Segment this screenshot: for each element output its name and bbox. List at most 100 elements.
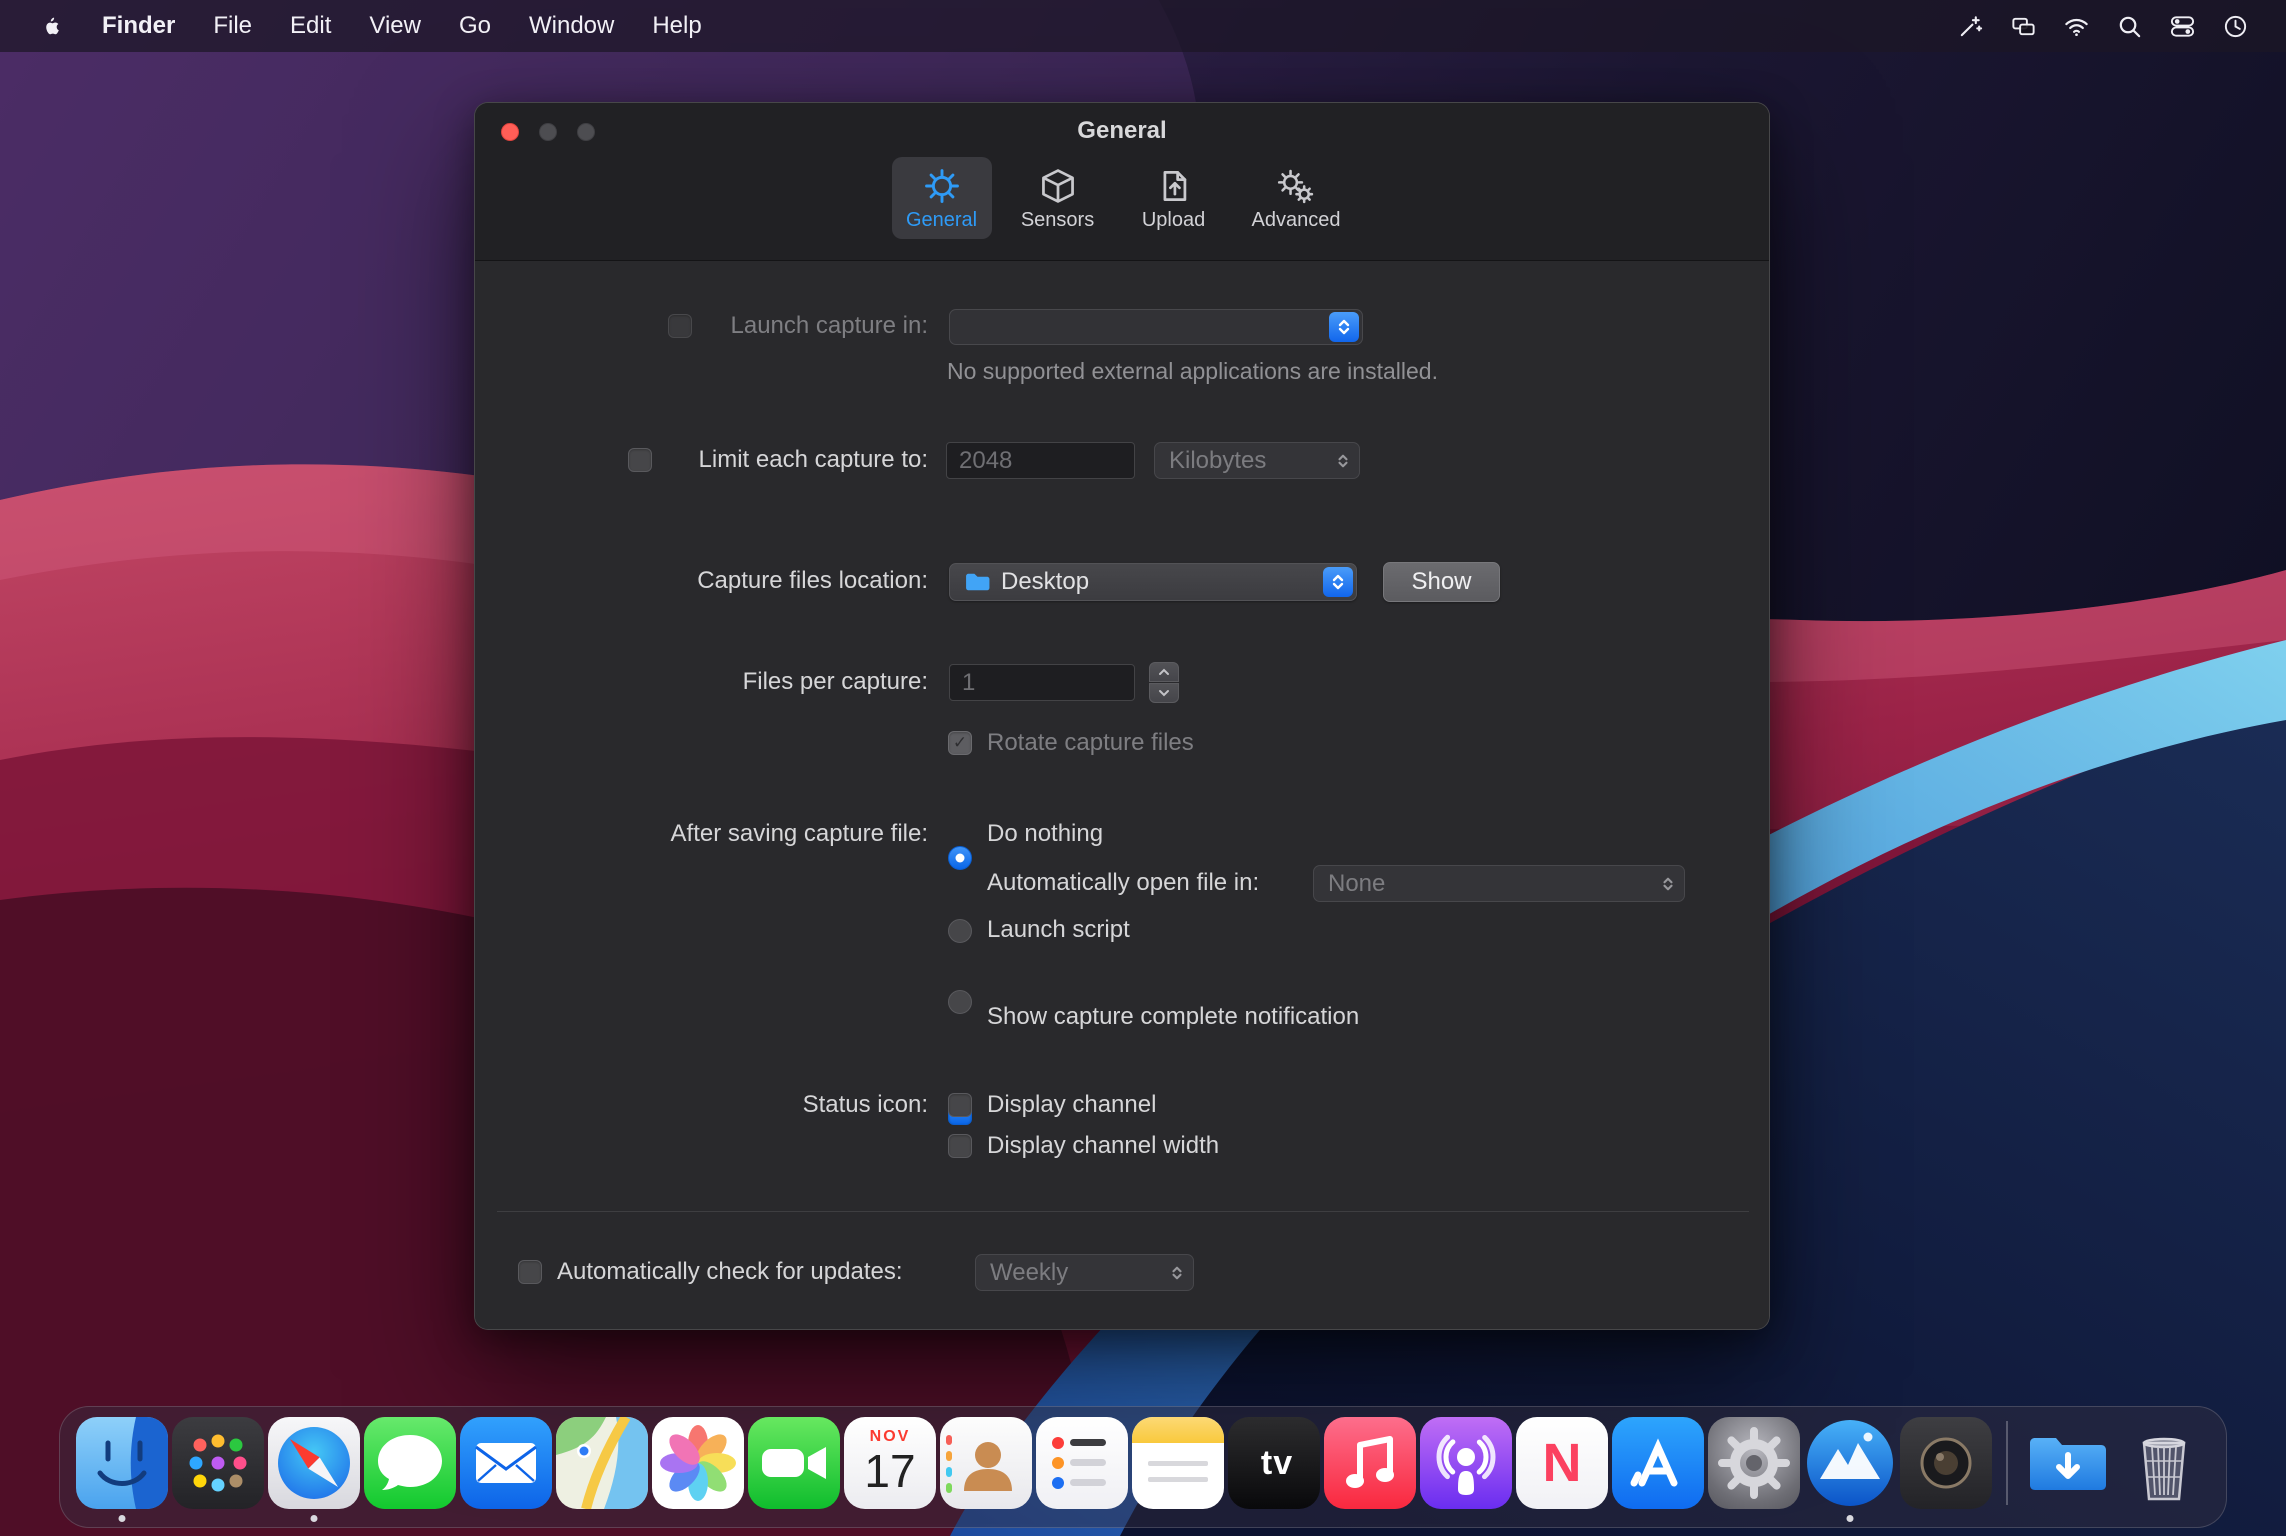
- control-center-icon[interactable]: [2156, 13, 2209, 40]
- window-header: General General Sensors Upload Advanced: [475, 103, 1769, 261]
- wand-icon[interactable]: [1944, 13, 1997, 40]
- tab-upload[interactable]: Upload: [1124, 157, 1224, 239]
- show-button[interactable]: Show: [1383, 562, 1500, 602]
- dock-item-sysprefs[interactable]: [1708, 1417, 1800, 1509]
- dock-item-darkapp[interactable]: [1900, 1417, 1992, 1509]
- limit-unit-dropdown[interactable]: Kilobytes: [1154, 442, 1360, 479]
- dock-item-mail[interactable]: [460, 1417, 552, 1509]
- wifi-icon[interactable]: [2050, 13, 2103, 40]
- tab-label: Upload: [1141, 209, 1206, 231]
- launch-script-label: Launch script: [987, 916, 1130, 943]
- window-title: General: [1077, 117, 1167, 144]
- stepper-up-icon[interactable]: [1149, 662, 1179, 682]
- dock-item-launchpad[interactable]: [172, 1417, 264, 1509]
- menu-view[interactable]: View: [350, 0, 440, 52]
- check-updates-label: Automatically check for updates:: [557, 1258, 903, 1285]
- display-channel-width-label: Display channel width: [987, 1132, 1220, 1159]
- updates-interval-dropdown[interactable]: Weekly: [975, 1254, 1194, 1291]
- updates-interval-value: Weekly: [990, 1258, 1069, 1286]
- dock-item-maps[interactable]: [556, 1417, 648, 1509]
- limit-unit-value: Kilobytes: [1169, 446, 1267, 474]
- running-indicator: [310, 1515, 318, 1522]
- auto-open-label: Automatically open file in:: [987, 869, 1260, 896]
- dock-item-capture[interactable]: [1804, 1417, 1896, 1522]
- clock-icon[interactable]: [2209, 13, 2262, 40]
- capture-location-dropdown[interactable]: Desktop: [949, 563, 1357, 601]
- dock-item-messages[interactable]: [364, 1417, 456, 1509]
- auto-open-value: None: [1328, 869, 1386, 897]
- dock-item-reminders[interactable]: [1036, 1417, 1128, 1509]
- files-per-capture-label: Files per capture:: [742, 668, 928, 695]
- dropdown-arrows-icon: [1170, 1263, 1184, 1283]
- dock-item-photos[interactable]: [652, 1417, 744, 1509]
- cube-icon: [1038, 166, 1078, 206]
- launch-script-radio[interactable]: [948, 990, 972, 1014]
- dock-item-tv[interactable]: tv: [1228, 1417, 1320, 1509]
- dock: NOV 17 tv N: [59, 1406, 2227, 1528]
- menu-window[interactable]: Window: [510, 0, 633, 52]
- launch-capture-dropdown[interactable]: [949, 309, 1363, 345]
- menu-help[interactable]: Help: [633, 0, 720, 52]
- launch-capture-checkbox[interactable]: [668, 314, 692, 338]
- dock-item-news[interactable]: N: [1516, 1417, 1608, 1509]
- tab-general[interactable]: General: [891, 157, 992, 239]
- tab-advanced[interactable]: Advanced: [1240, 157, 1353, 239]
- dock-item-calendar[interactable]: NOV 17: [844, 1417, 936, 1509]
- dock-item-downloads[interactable]: [2022, 1417, 2114, 1509]
- toolbar-tabs: General Sensors Upload Advanced: [475, 157, 1769, 239]
- dock-item-contacts[interactable]: [940, 1417, 1032, 1509]
- display-channel-label: Display channel: [987, 1091, 1157, 1118]
- dock-item-podcasts[interactable]: [1420, 1417, 1512, 1509]
- status-icon-label: Status icon:: [802, 1091, 928, 1118]
- files-per-capture-stepper[interactable]: [1149, 662, 1179, 703]
- no-apps-note: No supported external applications are i…: [947, 358, 1438, 384]
- check-updates-checkbox[interactable]: [518, 1260, 542, 1284]
- auto-open-radio[interactable]: [948, 919, 972, 943]
- capture-location-label: Capture files location:: [697, 567, 928, 594]
- files-per-capture-field[interactable]: 1: [949, 664, 1135, 701]
- limit-capture-checkbox[interactable]: [628, 448, 652, 472]
- window-content: Launch capture in: No supported external…: [475, 261, 1769, 1329]
- dock-item-facetime[interactable]: [748, 1417, 840, 1509]
- menu-go[interactable]: Go: [440, 0, 510, 52]
- capture-location-value: Desktop: [1001, 568, 1090, 595]
- display-channel-checkbox[interactable]: [948, 1093, 972, 1117]
- do-nothing-radio[interactable]: [948, 846, 972, 870]
- menu-edit[interactable]: Edit: [271, 0, 350, 52]
- dropdown-arrows-icon: [1336, 451, 1350, 471]
- gear-icon: [922, 166, 962, 206]
- auto-open-dropdown[interactable]: None: [1313, 865, 1685, 902]
- limit-capture-label: Limit each capture to:: [698, 446, 928, 473]
- tab-label: Advanced: [1251, 209, 1341, 231]
- launch-capture-label: Launch capture in:: [730, 312, 928, 339]
- dock-item-finder[interactable]: [76, 1417, 168, 1522]
- menu-file[interactable]: File: [194, 0, 271, 52]
- dock-item-notes[interactable]: [1132, 1417, 1224, 1509]
- dock-item-music[interactable]: [1324, 1417, 1416, 1509]
- menu-finder[interactable]: Finder: [83, 0, 194, 52]
- rotate-capture-checkbox[interactable]: [948, 731, 972, 755]
- apple-menu[interactable]: [22, 14, 83, 39]
- displays-icon[interactable]: [1997, 13, 2050, 40]
- folder-icon: [964, 571, 991, 593]
- upload-doc-icon: [1154, 166, 1194, 206]
- menu-bar: Finder File Edit View Go Window Help: [0, 0, 2286, 52]
- dropdown-arrows-icon: [1323, 567, 1353, 597]
- dock-item-trash[interactable]: [2118, 1417, 2210, 1509]
- limit-size-field[interactable]: 2048: [946, 442, 1135, 479]
- after-saving-label: After saving capture file:: [670, 820, 928, 847]
- divider: [497, 1211, 1749, 1212]
- tab-label: Sensors: [1020, 209, 1095, 231]
- rotate-capture-label: Rotate capture files: [987, 729, 1194, 756]
- display-channel-width-checkbox[interactable]: [948, 1134, 972, 1158]
- preferences-window: General General Sensors Upload Advanced …: [474, 102, 1770, 1330]
- spotlight-icon[interactable]: [2103, 13, 2156, 40]
- dock-separator: [2006, 1421, 2008, 1505]
- dock-item-appstore[interactable]: [1612, 1417, 1704, 1509]
- dropdown-arrows-icon: [1329, 312, 1359, 342]
- dropdown-arrows-icon: [1661, 874, 1675, 894]
- stepper-down-icon[interactable]: [1149, 683, 1179, 703]
- tab-sensors[interactable]: Sensors: [1008, 157, 1108, 239]
- dock-item-safari[interactable]: [268, 1417, 360, 1522]
- do-nothing-label: Do nothing: [987, 820, 1104, 847]
